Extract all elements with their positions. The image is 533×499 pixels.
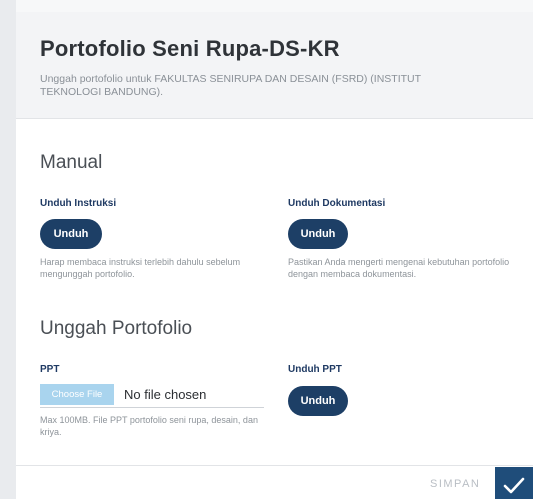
help-dokumentasi: Pastikan Anda mengerti mengenai kebutuha… — [288, 257, 510, 279]
modal-header: Portofolio Seni Rupa-DS-KR Unggah portof… — [16, 12, 533, 119]
backdrop-strip — [16, 0, 533, 12]
choose-file-button[interactable]: Choose File — [40, 384, 114, 405]
download-ppt-button[interactable]: Unduh — [288, 386, 348, 416]
upload-portfolio-modal: Portofolio Seni Rupa-DS-KR Unggah portof… — [16, 12, 533, 499]
label-unduh-dokumentasi: Unduh Dokumentasi — [288, 198, 386, 209]
download-instructions-button[interactable]: Unduh — [40, 219, 102, 249]
help-instruksi: Harap membaca instruksi terlebih dahulu … — [40, 257, 241, 279]
file-status-text: No file chosen — [124, 387, 207, 402]
label-unduh-instruksi: Unduh Instruksi — [40, 198, 117, 209]
checkmark-icon — [503, 477, 525, 494]
modal-subtitle: Unggah portofolio untuk FAKULTAS SENIRUP… — [40, 73, 421, 98]
download-documentation-button[interactable]: Unduh — [288, 219, 348, 249]
section-title-unggah-portofolio: Unggah Portofolio — [40, 318, 193, 339]
save-button-label[interactable]: SIMPAN — [430, 478, 480, 490]
footer-divider — [16, 465, 533, 466]
ppt-file-input[interactable]: Choose File No file chosen — [40, 384, 264, 408]
section-title-manual: Manual — [40, 152, 103, 173]
help-ppt: Max 100MB. File PPT portofolio seni rupa… — [40, 415, 258, 437]
confirm-save-button[interactable] — [495, 467, 533, 499]
label-unduh-ppt: Unduh PPT — [288, 364, 342, 375]
modal-title: Portofolio Seni Rupa-DS-KR — [40, 36, 340, 61]
label-ppt: PPT — [40, 364, 60, 375]
